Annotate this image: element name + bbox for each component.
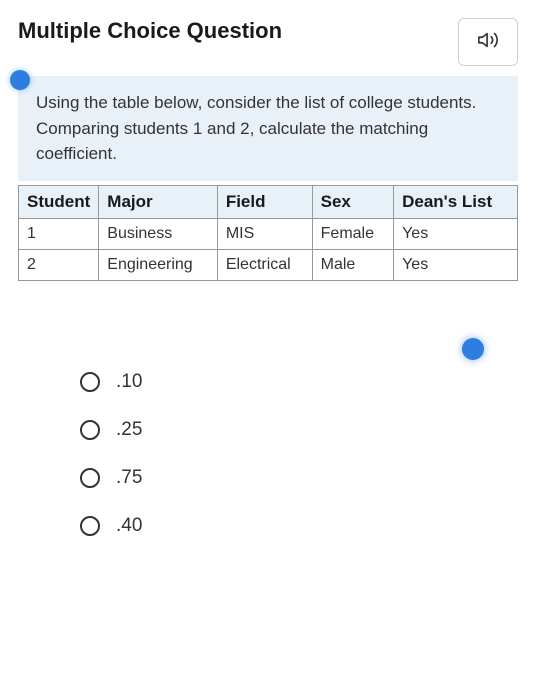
option-label: .75 [116, 467, 142, 489]
option-1[interactable]: .10 [80, 371, 536, 393]
selection-handle-end[interactable] [462, 338, 484, 360]
cell-field: MIS [217, 218, 312, 249]
cell-student: 1 [19, 218, 99, 249]
cell-sex: Female [312, 218, 393, 249]
radio-icon [80, 372, 100, 392]
selection-handle-start[interactable] [10, 70, 30, 90]
read-aloud-button[interactable] [458, 18, 518, 66]
radio-icon [80, 516, 100, 536]
option-label: .40 [116, 515, 142, 537]
cell-major: Business [99, 218, 218, 249]
option-label: .10 [116, 371, 142, 393]
table-row: 2 Engineering Electrical Male Yes [19, 249, 518, 280]
sound-icon [477, 29, 499, 56]
page-title: Multiple Choice Question [18, 18, 282, 44]
header: Multiple Choice Question [0, 0, 536, 76]
cell-major: Engineering [99, 249, 218, 280]
cell-sex: Male [312, 249, 393, 280]
col-header-major: Major [99, 185, 218, 218]
cell-deans-list: Yes [394, 218, 518, 249]
table-row: 1 Business MIS Female Yes [19, 218, 518, 249]
radio-icon [80, 420, 100, 440]
table-header-row: Student Major Field Sex Dean's List [19, 185, 518, 218]
answer-options: .10 .25 .75 .40 [80, 371, 536, 537]
col-header-deans-list: Dean's List [394, 185, 518, 218]
radio-icon [80, 468, 100, 488]
cell-field: Electrical [217, 249, 312, 280]
option-3[interactable]: .75 [80, 467, 536, 489]
col-header-field: Field [217, 185, 312, 218]
col-header-student: Student [19, 185, 99, 218]
option-2[interactable]: .25 [80, 419, 536, 441]
data-table: Student Major Field Sex Dean's List 1 Bu… [18, 181, 518, 281]
cell-deans-list: Yes [394, 249, 518, 280]
question-prompt: Using the table below, consider the list… [18, 76, 518, 181]
cell-student: 2 [19, 249, 99, 280]
option-label: .25 [116, 419, 142, 441]
option-4[interactable]: .40 [80, 515, 536, 537]
col-header-sex: Sex [312, 185, 393, 218]
